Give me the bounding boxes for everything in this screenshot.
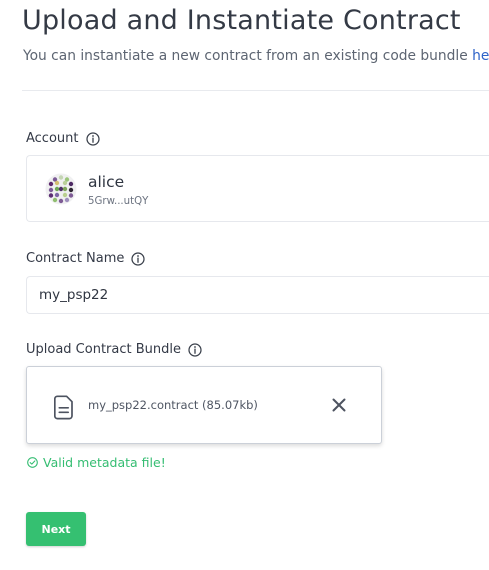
check-circle-icon bbox=[27, 457, 38, 468]
info-icon[interactable] bbox=[188, 343, 202, 357]
close-icon bbox=[332, 398, 346, 412]
contract-name-label-row: Contract Name bbox=[26, 250, 146, 268]
info-icon[interactable] bbox=[131, 252, 146, 266]
validation-text: Valid metadata file! bbox=[43, 455, 166, 470]
uploaded-file-card: my_psp22.contract (85.07kb) bbox=[26, 366, 382, 444]
page-subtitle: You can instantiate a new contract from … bbox=[23, 47, 489, 65]
upload-label-row: Upload Contract Bundle bbox=[26, 341, 202, 359]
account-label: Account bbox=[26, 131, 79, 146]
metadata-valid-message: Valid metadata file! bbox=[27, 454, 166, 471]
subtitle-text: You can instantiate a new contract from … bbox=[23, 48, 473, 64]
account-label-row: Account bbox=[26, 130, 100, 148]
identicon-avatar bbox=[45, 173, 77, 205]
account-address: 5Grw...utQY bbox=[88, 196, 149, 207]
code-bundle-link[interactable]: here bbox=[472, 48, 489, 64]
page-title: Upload and Instantiate Contract bbox=[22, 5, 461, 36]
remove-file-button[interactable] bbox=[330, 396, 348, 414]
account-name: alice bbox=[88, 173, 125, 191]
section-divider bbox=[22, 90, 489, 91]
contract-name-label: Contract Name bbox=[26, 251, 125, 266]
document-icon bbox=[53, 395, 75, 420]
uploaded-file-name: my_psp22.contract (85.07kb) bbox=[88, 398, 258, 412]
upload-bundle-label: Upload Contract Bundle bbox=[26, 342, 181, 357]
info-icon[interactable] bbox=[85, 132, 100, 146]
next-button[interactable]: Next bbox=[26, 512, 86, 546]
contract-name-input[interactable] bbox=[26, 276, 489, 314]
account-selector[interactable]: alice 5Grw...utQY bbox=[26, 155, 489, 222]
upload-instantiate-page: Upload and Instantiate Contract You can … bbox=[0, 0, 489, 570]
